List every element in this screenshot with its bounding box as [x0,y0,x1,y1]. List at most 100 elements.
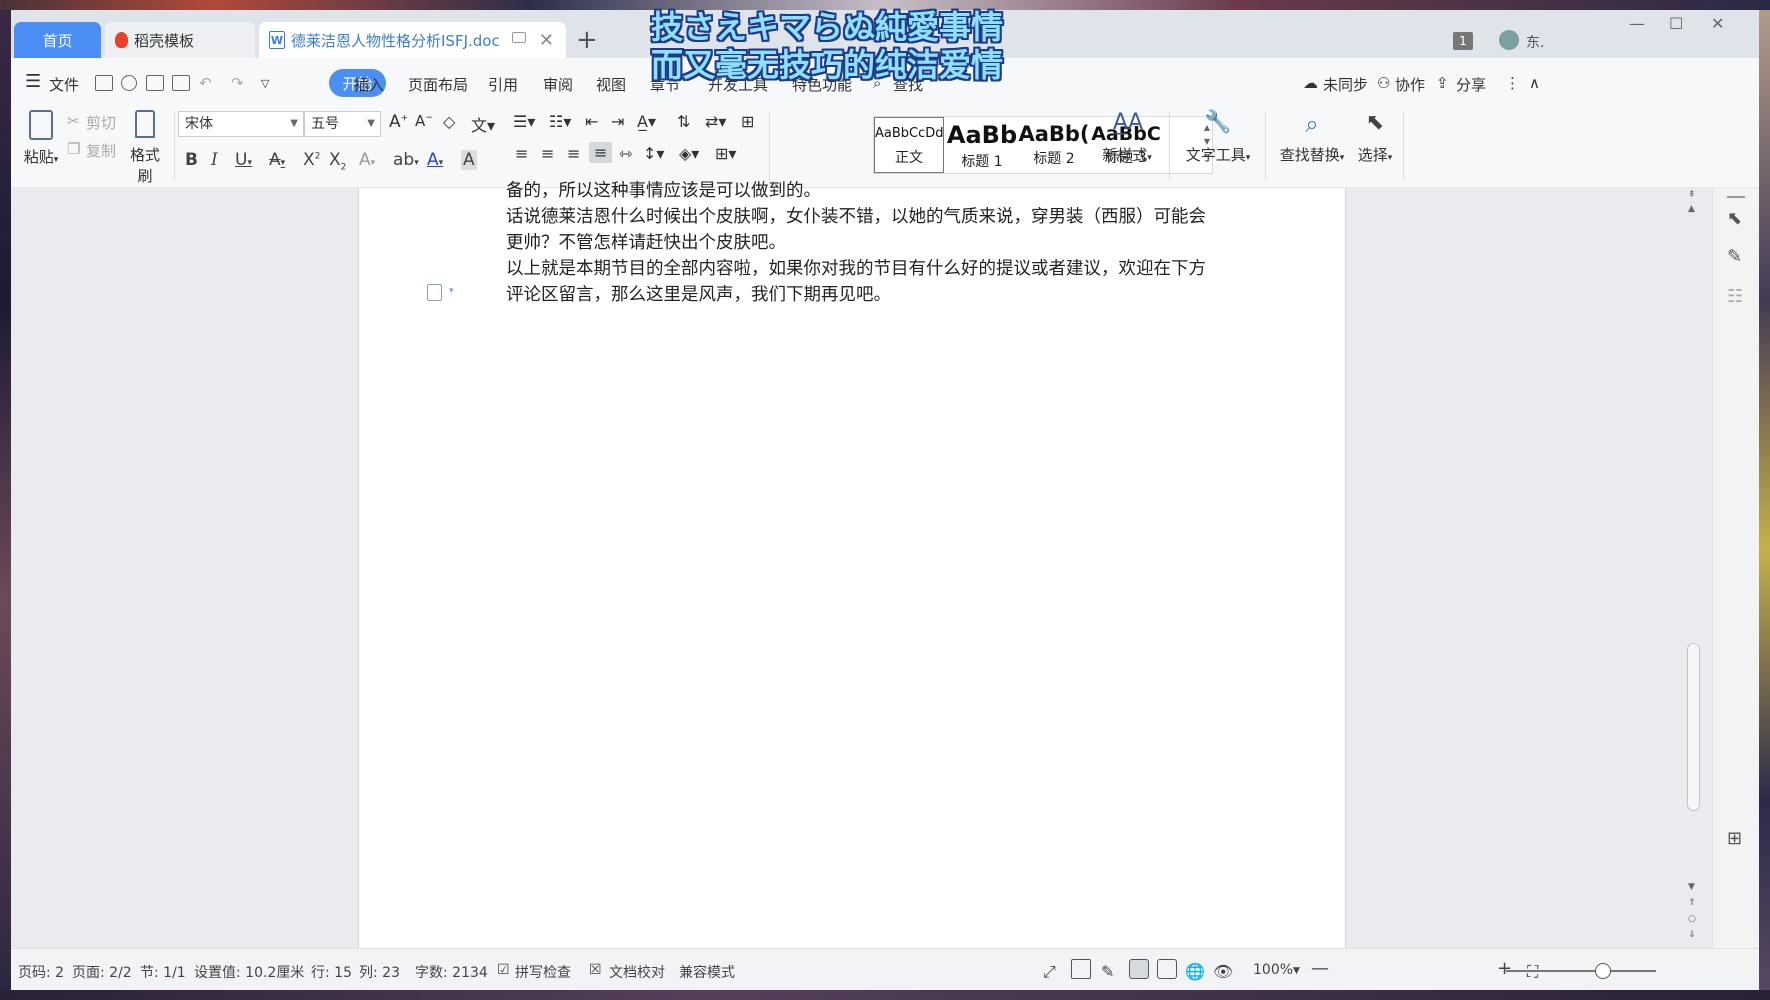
status-position[interactable]: 设置值: 10.2厘米 [194,962,304,982]
avatar[interactable] [1499,30,1519,50]
status-row[interactable]: 行: 15 [311,962,352,982]
style-heading1[interactable]: AaBb 标题 1 [946,117,1018,173]
apps-grid-icon[interactable]: ⊞ [1727,828,1742,849]
new-tab-button[interactable]: + [576,25,598,55]
sync-status[interactable]: 未同步 [1323,74,1368,95]
scroll-top-icon[interactable]: ⇞ [1688,190,1696,200]
output-icon[interactable] [121,75,137,91]
share-button[interactable]: 分享 [1456,74,1486,95]
style-normal[interactable]: AaBbCcDd 正文 [874,117,944,173]
status-pages[interactable]: 页面: 2/2 [72,962,132,982]
eye-protect-icon[interactable]: 👁 [1213,962,1233,981]
format-painter-button[interactable]: 格式刷 [123,110,167,186]
paragraph-handle-icon[interactable] [427,284,442,301]
pen-icon[interactable]: ✎ [1727,246,1742,267]
vertical-scrollbar[interactable]: ⇞ ▲ ▼ ⇑ ○ ⇓ [1684,188,1702,948]
align-center-icon[interactable]: ≡ [541,144,554,163]
menu-tab-review[interactable]: 审阅 [543,74,573,95]
status-col[interactable]: 列: 23 [359,962,400,982]
more-icon[interactable]: ⋮ [1505,74,1520,92]
sort-icon[interactable]: ⇅ [677,112,690,131]
scroll-down-icon[interactable]: ▼ [1688,882,1695,892]
print-icon[interactable] [146,75,164,91]
font-name-select[interactable]: 宋体 ▼ [178,111,304,137]
scrollbar-thumb[interactable] [1687,643,1700,811]
line-spacing-icon[interactable]: ↕▾ [643,144,664,163]
zoom-in-icon[interactable]: + [1497,958,1512,979]
close-tab-icon[interactable]: ✕ [539,30,554,51]
bold-icon[interactable]: B [185,150,198,170]
align-right-icon[interactable]: ≡ [567,144,580,163]
cut-icon[interactable]: ✂ [67,112,80,130]
paste-button[interactable]: 粘贴▾ [21,110,61,167]
print-preview-icon[interactable] [172,75,190,91]
document-body[interactable]: 备的，所以这种事情应该是可以做到的。 话说德莱洁恩什么时候出个皮肤啊，女仆装不错… [506,178,1208,308]
bullet-list-icon[interactable]: ☰▾ [513,112,535,131]
undo-icon[interactable]: ↶ [199,74,212,92]
doc-proof-button[interactable]: 文档校对 [609,962,665,982]
strikethrough-icon[interactable]: A▾ [269,150,285,170]
copy-button[interactable]: 复制 [86,140,116,161]
menu-tab-layout[interactable]: 页面布局 [408,74,468,95]
clear-format-icon[interactable]: ◇ [443,112,455,131]
present-icon[interactable] [512,32,526,43]
redo-icon[interactable]: ↷ [231,74,244,92]
cut-button[interactable]: 剪切 [86,112,116,133]
collab-button[interactable]: 协作 [1395,74,1425,95]
font-size-select[interactable]: 五号 ▼ [304,111,381,137]
page-view-icon[interactable] [1129,959,1149,979]
status-word-count[interactable]: 字数: 2134 [415,962,488,982]
save-icon[interactable] [95,75,113,91]
adjust-icon[interactable]: ☷ [1727,286,1743,307]
select-pointer-icon[interactable]: ⬉ [1727,208,1742,229]
highlight-icon[interactable]: ab▾ [393,150,419,170]
quick-access-dropdown-icon[interactable]: ▽ [261,77,269,90]
char-shading-icon[interactable]: A [461,150,477,170]
text-direction-icon[interactable]: A̲▾ [637,112,656,131]
status-page-code[interactable]: 页码: 2 [18,962,64,982]
window-count-badge[interactable]: 1 [1453,32,1473,50]
prev-page-icon[interactable]: ⇑ [1688,898,1696,908]
tab-home[interactable]: 首页 [14,22,101,58]
underline-icon[interactable]: U▾ [235,150,252,170]
subscript-icon[interactable]: X2 [329,150,346,172]
fit-page-icon[interactable]: ⛶ [1527,962,1538,982]
browse-object-icon[interactable]: ○ [1688,914,1696,924]
show-marks-icon[interactable]: ⇄▾ [705,112,726,131]
select-button[interactable]: ⬉ 选择▾ [1353,110,1397,165]
zoom-out-icon[interactable]: — [1311,958,1329,979]
decrease-indent-icon[interactable]: ⇤ [585,112,598,131]
zoom-dropdown-icon[interactable]: ▼ [1293,966,1300,976]
justify-icon[interactable]: ≡ [589,142,613,163]
menu-tab-insert[interactable]: 插入 [354,74,384,95]
outline-view-icon[interactable] [1157,959,1177,979]
distribute-icon[interactable]: ⇿ [619,144,632,163]
menu-file[interactable]: 文件 [49,74,79,95]
shrink-font-icon[interactable]: A− [415,112,433,130]
italic-icon[interactable]: I [211,150,218,170]
increase-indent-icon[interactable]: ⇥ [611,112,624,131]
menu-tab-view[interactable]: 视图 [596,74,626,95]
status-section[interactable]: 节: 1/1 [140,962,186,982]
close-window-icon[interactable]: ✕ [1711,14,1724,33]
tab-template[interactable]: 稻壳模板 [105,22,255,58]
text-effect-icon[interactable]: A▾ [359,150,375,170]
maximize-icon[interactable]: ☐ [1669,14,1683,33]
grow-font-icon[interactable]: A+ [389,112,408,132]
numbered-list-icon[interactable]: ☷▾ [549,112,571,131]
web-view-icon[interactable]: 🌐 [1185,962,1205,981]
find-replace-button[interactable]: ⌕ 查找替换▾ [1275,110,1349,165]
text-tools-button[interactable]: 🔧 文字工具▾ [1181,110,1255,165]
read-mode-icon[interactable] [1071,959,1091,979]
user-name[interactable]: 东. [1526,32,1544,52]
superscript-icon[interactable]: X2 [303,150,320,170]
spell-check-button[interactable]: 拼写检查 [515,962,571,982]
copy-icon[interactable]: ❐ [67,140,80,158]
font-color-icon[interactable]: A▾ [427,150,443,170]
borders-icon[interactable]: ⊞▾ [715,144,736,163]
menu-tab-reference[interactable]: 引用 [488,74,518,95]
paragraph-handle-dropdown-icon[interactable]: ▾ [449,286,454,296]
hamburger-icon[interactable]: ☰ [25,71,41,92]
fullscreen-icon[interactable]: ⤢ [1043,962,1056,982]
collapse-ribbon-icon[interactable]: ∧ [1529,74,1540,92]
